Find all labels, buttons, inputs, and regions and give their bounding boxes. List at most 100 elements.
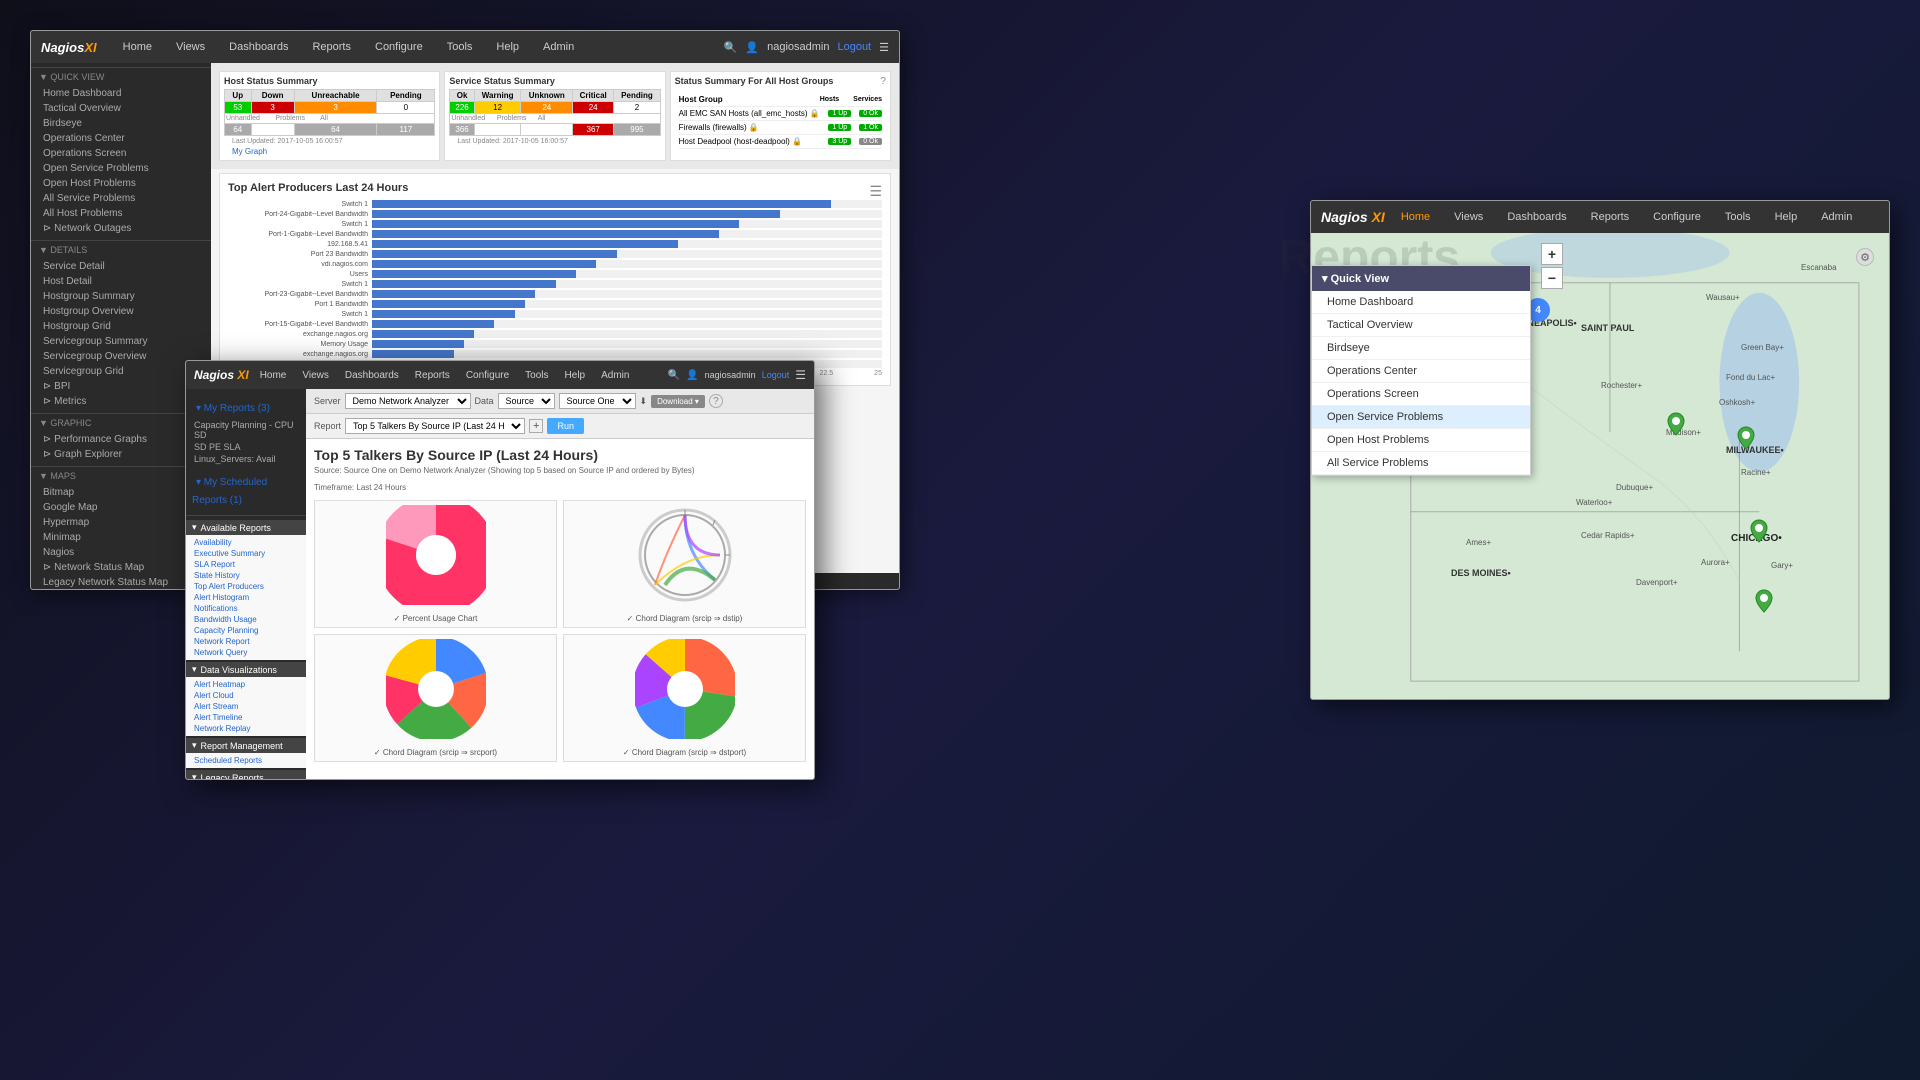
sidebar-item-google-map[interactable]: Google Map bbox=[31, 500, 211, 515]
sidebar-dv-cloud[interactable]: Alert Cloud bbox=[186, 690, 306, 701]
nav-dashboards[interactable]: Dashboards bbox=[221, 37, 296, 57]
rep-nav-admin[interactable]: Admin bbox=[596, 368, 634, 383]
sidebar-item-bitmap[interactable]: Bitmap bbox=[31, 485, 211, 500]
sidebar-item-hostgroup-overview[interactable]: Hostgroup Overview bbox=[31, 304, 211, 319]
rep-nav-dashboards[interactable]: Dashboards bbox=[340, 368, 404, 383]
map-nav-reports[interactable]: Reports bbox=[1583, 207, 1638, 227]
svc-unknown-count[interactable]: 24 bbox=[521, 102, 573, 114]
qv-item-home-dashboard[interactable]: Home Dashboard bbox=[1312, 291, 1530, 314]
sidebar-avail-notifications[interactable]: Notifications bbox=[186, 603, 306, 614]
sidebar-item-perf-graphs[interactable]: ⊳ Performance Graphs bbox=[31, 432, 211, 447]
map-nav-help[interactable]: Help bbox=[1767, 207, 1806, 227]
map-nav-admin[interactable]: Admin bbox=[1813, 207, 1860, 227]
sidebar-avail-state[interactable]: State History bbox=[186, 570, 306, 581]
run-button[interactable]: Run bbox=[547, 418, 584, 434]
sidebar-item-hostgroup-grid[interactable]: Hostgroup Grid bbox=[31, 319, 211, 334]
sidebar-item-sg-grid[interactable]: Servicegroup Grid bbox=[31, 364, 211, 379]
sidebar-item-tactical[interactable]: Tactical Overview bbox=[31, 101, 211, 116]
nav-views[interactable]: Views bbox=[168, 37, 213, 57]
hg-row-firewalls[interactable]: Firewalls (firewalls) 🔒 1 Up 1 Ok bbox=[679, 121, 882, 135]
zoom-in-button[interactable]: + bbox=[1541, 243, 1563, 265]
sidebar-rep-linux[interactable]: Linux_Servers: Avail bbox=[186, 453, 306, 465]
rep-nav-home[interactable]: Home bbox=[255, 368, 292, 383]
data-viz-header[interactable]: ▾ Data Visualizations bbox=[186, 662, 306, 677]
svc-critical-count[interactable]: 24 bbox=[573, 102, 614, 114]
map-marker-green-4[interactable] bbox=[1754, 588, 1774, 619]
sidebar-item-hostgroup-summary[interactable]: Hostgroup Summary bbox=[31, 289, 211, 304]
rep-nav-views[interactable]: Views bbox=[297, 368, 334, 383]
rep-nav-help[interactable]: Help bbox=[560, 368, 591, 383]
source-select[interactable]: Source One bbox=[559, 393, 636, 409]
nav-configure[interactable]: Configure bbox=[367, 37, 431, 57]
sidebar-item-sg-overview[interactable]: Servicegroup Overview bbox=[31, 349, 211, 364]
host-problems-count[interactable]: 64 bbox=[294, 124, 377, 136]
sidebar-item-graph-explorer[interactable]: ⊳ Graph Explorer bbox=[31, 447, 211, 462]
sidebar-item-sg-summary[interactable]: Servicegroup Summary bbox=[31, 334, 211, 349]
sidebar-item-network-status-map[interactable]: ⊳ Network Status Map bbox=[31, 560, 211, 575]
svc-problems-count[interactable]: 367 bbox=[573, 124, 614, 136]
rep-search-icon[interactable]: 🔍 bbox=[668, 370, 680, 381]
sidebar-item-birdseye[interactable]: Birdseye bbox=[31, 116, 211, 131]
svc-ok-count[interactable]: 226 bbox=[450, 102, 475, 114]
sidebar-avail-top-alert[interactable]: Top Alert Producers bbox=[186, 581, 306, 592]
nav-admin[interactable]: Admin bbox=[535, 37, 582, 57]
sidebar-avail-alert-hist[interactable]: Alert Histogram bbox=[186, 592, 306, 603]
rep-menu-icon[interactable]: ☰ bbox=[795, 368, 806, 382]
sidebar-item-minimap[interactable]: Minimap bbox=[31, 530, 211, 545]
rep-logout[interactable]: Logout bbox=[762, 370, 790, 380]
zoom-out-button[interactable]: − bbox=[1541, 267, 1563, 289]
sidebar-rep-cpu-sd[interactable]: Capacity Planning - CPU SD bbox=[186, 419, 306, 441]
sidebar-item-service-detail[interactable]: Service Detail bbox=[31, 259, 211, 274]
sidebar-rm-scheduled[interactable]: Scheduled Reports bbox=[186, 755, 306, 766]
my-graph-link[interactable]: My Graph bbox=[224, 147, 435, 156]
sidebar-dv-timeline[interactable]: Alert Timeline bbox=[186, 712, 306, 723]
qv-item-tactical-overview[interactable]: Tactical Overview bbox=[1312, 314, 1530, 337]
map-nav-home[interactable]: Home bbox=[1393, 207, 1438, 227]
map-nav-dashboards[interactable]: Dashboards bbox=[1499, 207, 1574, 227]
svc-all-count[interactable]: 995 bbox=[614, 124, 660, 136]
qv-item-open-service[interactable]: Open Service Problems bbox=[1312, 406, 1530, 429]
sidebar-item-all-host[interactable]: All Host Problems bbox=[31, 206, 211, 221]
map-marker-green-1[interactable] bbox=[1666, 411, 1686, 442]
rep-nav-configure[interactable]: Configure bbox=[461, 368, 514, 383]
rep-nav-tools[interactable]: Tools bbox=[520, 368, 553, 383]
svc-unhandled[interactable]: 366 bbox=[450, 124, 475, 136]
qv-item-ops-center[interactable]: Operations Center bbox=[1312, 360, 1530, 383]
sidebar-item-bpi[interactable]: ⊳ BPI bbox=[31, 379, 211, 394]
sidebar-dv-heatmap[interactable]: Alert Heatmap bbox=[186, 679, 306, 690]
sidebar-item-network-outages[interactable]: ⊳ Network Outages bbox=[31, 221, 211, 236]
map-marker-green-3[interactable] bbox=[1749, 518, 1769, 549]
download-icon[interactable]: ⬇ bbox=[640, 396, 648, 407]
menu-icon[interactable]: ☰ bbox=[879, 41, 889, 54]
map-nav-views[interactable]: Views bbox=[1446, 207, 1491, 227]
sidebar-item-host-detail[interactable]: Host Detail bbox=[31, 274, 211, 289]
host-up-count[interactable]: 53 bbox=[225, 102, 252, 114]
host-pending-count[interactable]: 0 bbox=[377, 102, 435, 114]
qv-item-birdseye[interactable]: Birdseye bbox=[1312, 337, 1530, 360]
toolbar-help-icon[interactable]: ? bbox=[709, 394, 723, 408]
sidebar-item-open-service[interactable]: Open Service Problems bbox=[31, 161, 211, 176]
qv-item-all-service[interactable]: All Service Problems bbox=[1312, 452, 1530, 475]
sidebar-item-ops-screen[interactable]: Operations Screen bbox=[31, 146, 211, 161]
sidebar-item-legacy-network-map[interactable]: Legacy Network Status Map bbox=[31, 575, 211, 589]
sidebar-item-hypermap[interactable]: Hypermap bbox=[31, 515, 211, 530]
sidebar-dv-replay[interactable]: Network Replay bbox=[186, 723, 306, 734]
sidebar-item-metrics[interactable]: ⊳ Metrics bbox=[31, 394, 211, 409]
map-nav-configure[interactable]: Configure bbox=[1645, 207, 1709, 227]
report-mgmt-header[interactable]: ▾ Report Management bbox=[186, 738, 306, 753]
qv-item-open-host[interactable]: Open Host Problems bbox=[1312, 429, 1530, 452]
sidebar-item-all-service[interactable]: All Service Problems bbox=[31, 191, 211, 206]
svc-pending-count[interactable]: 2 bbox=[614, 102, 660, 114]
sidebar-avail-availability[interactable]: Availability bbox=[186, 537, 306, 548]
nav-tools[interactable]: Tools bbox=[439, 37, 481, 57]
map-gear-button[interactable]: ⚙ bbox=[1856, 248, 1874, 266]
legacy-reports-header[interactable]: ▾ Legacy Reports bbox=[186, 770, 306, 779]
sidebar-dv-stream[interactable]: Alert Stream bbox=[186, 701, 306, 712]
sidebar-item-ops-center[interactable]: Operations Center bbox=[31, 131, 211, 146]
hg-row-emc[interactable]: All EMC SAN Hosts (all_emc_hosts) 🔒 1 Up… bbox=[679, 107, 882, 121]
qv-item-ops-screen[interactable]: Operations Screen bbox=[1312, 383, 1530, 406]
chart-menu-icon[interactable]: ☰ bbox=[869, 183, 882, 200]
map-nav-tools[interactable]: Tools bbox=[1717, 207, 1759, 227]
data-select[interactable]: Source bbox=[498, 393, 555, 409]
download-button[interactable]: Download ▾ bbox=[651, 395, 705, 408]
